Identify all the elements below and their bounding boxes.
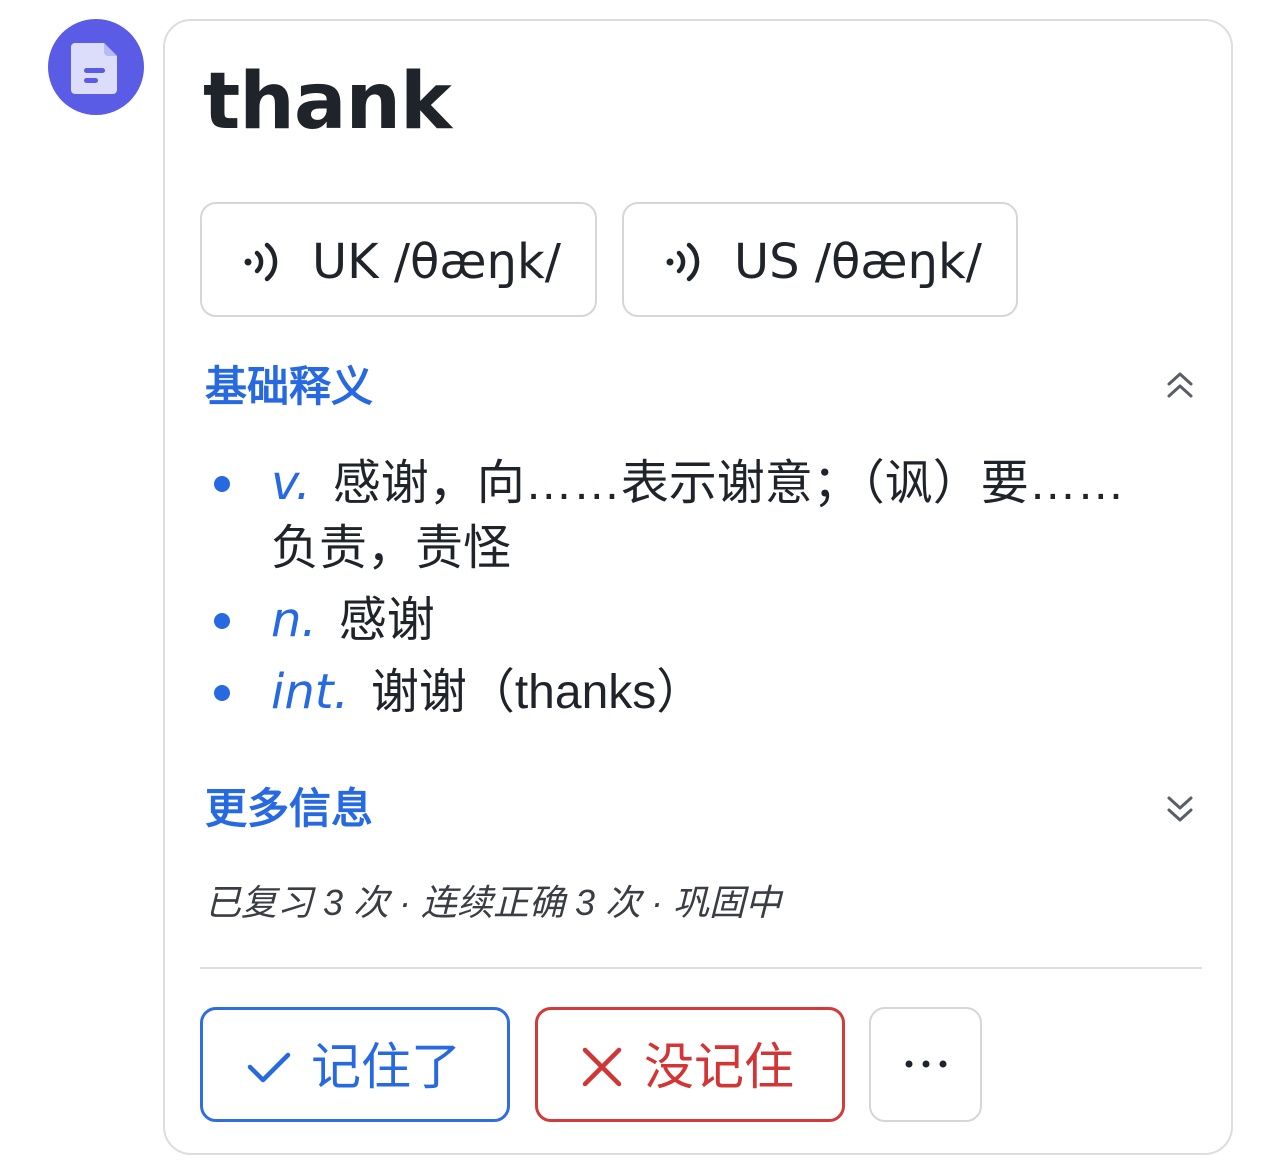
bullet-dot	[214, 476, 230, 492]
document-icon	[71, 43, 117, 94]
document-avatar	[48, 19, 144, 115]
definition-item: n. 感谢	[209, 588, 1159, 653]
forgot-label: 没记住	[644, 1039, 794, 1095]
divider	[200, 967, 1202, 969]
definition-list: v. 感谢，向……表示谢意；（讽）要……负责，责怪 n. 感谢 int. 谢谢（tha…	[209, 451, 1159, 732]
check-icon	[247, 1052, 291, 1083]
double-chevron-down-icon[interactable]	[1165, 791, 1195, 825]
forgot-button[interactable]: 没记住	[535, 1007, 845, 1122]
part-of-speech: n.	[271, 592, 317, 648]
definition-text: 谢谢（thanks）	[370, 666, 705, 719]
definition-text: 感谢，向……表示谢意；（讽）要……负责，责怪	[271, 457, 1125, 575]
speaker-wave-icon	[244, 242, 278, 282]
pronunciation-uk-label: UK /θæŋk/	[312, 234, 561, 290]
more-info-header[interactable]: 更多信息	[205, 783, 373, 835]
word-card: thank UK /θæŋk/ US /θæŋk/ 基础释义 v. 感谢，向……表…	[163, 19, 1233, 1155]
pronunciation-us-button[interactable]: US /θæŋk/	[622, 202, 1018, 317]
definition-text: 感谢	[338, 594, 435, 647]
bullet-dot	[214, 613, 230, 629]
ellipsis-icon	[905, 1060, 947, 1068]
definition-item: int. 谢谢（thanks）	[209, 660, 1159, 725]
remember-button[interactable]: 记住了	[200, 1007, 510, 1122]
pronunciation-uk-button[interactable]: UK /θæŋk/	[200, 202, 597, 317]
part-of-speech: int.	[271, 664, 349, 720]
more-options-button[interactable]	[869, 1007, 982, 1122]
definition-item: v. 感谢，向……表示谢意；（讽）要……负责，责怪	[209, 451, 1159, 581]
x-icon	[582, 1047, 622, 1087]
remember-label: 记住了	[311, 1039, 461, 1095]
word-title: thank	[203, 57, 452, 147]
basic-definition-header[interactable]: 基础释义	[205, 361, 373, 413]
double-chevron-up-icon[interactable]	[1165, 369, 1195, 403]
speaker-wave-icon	[666, 242, 700, 282]
review-status: 已复习 3 次 · 连续正确 3 次 · 巩固中	[205, 882, 782, 923]
bullet-dot	[214, 685, 230, 701]
part-of-speech: v.	[271, 455, 311, 511]
pronunciation-us-label: US /θæŋk/	[734, 234, 982, 290]
